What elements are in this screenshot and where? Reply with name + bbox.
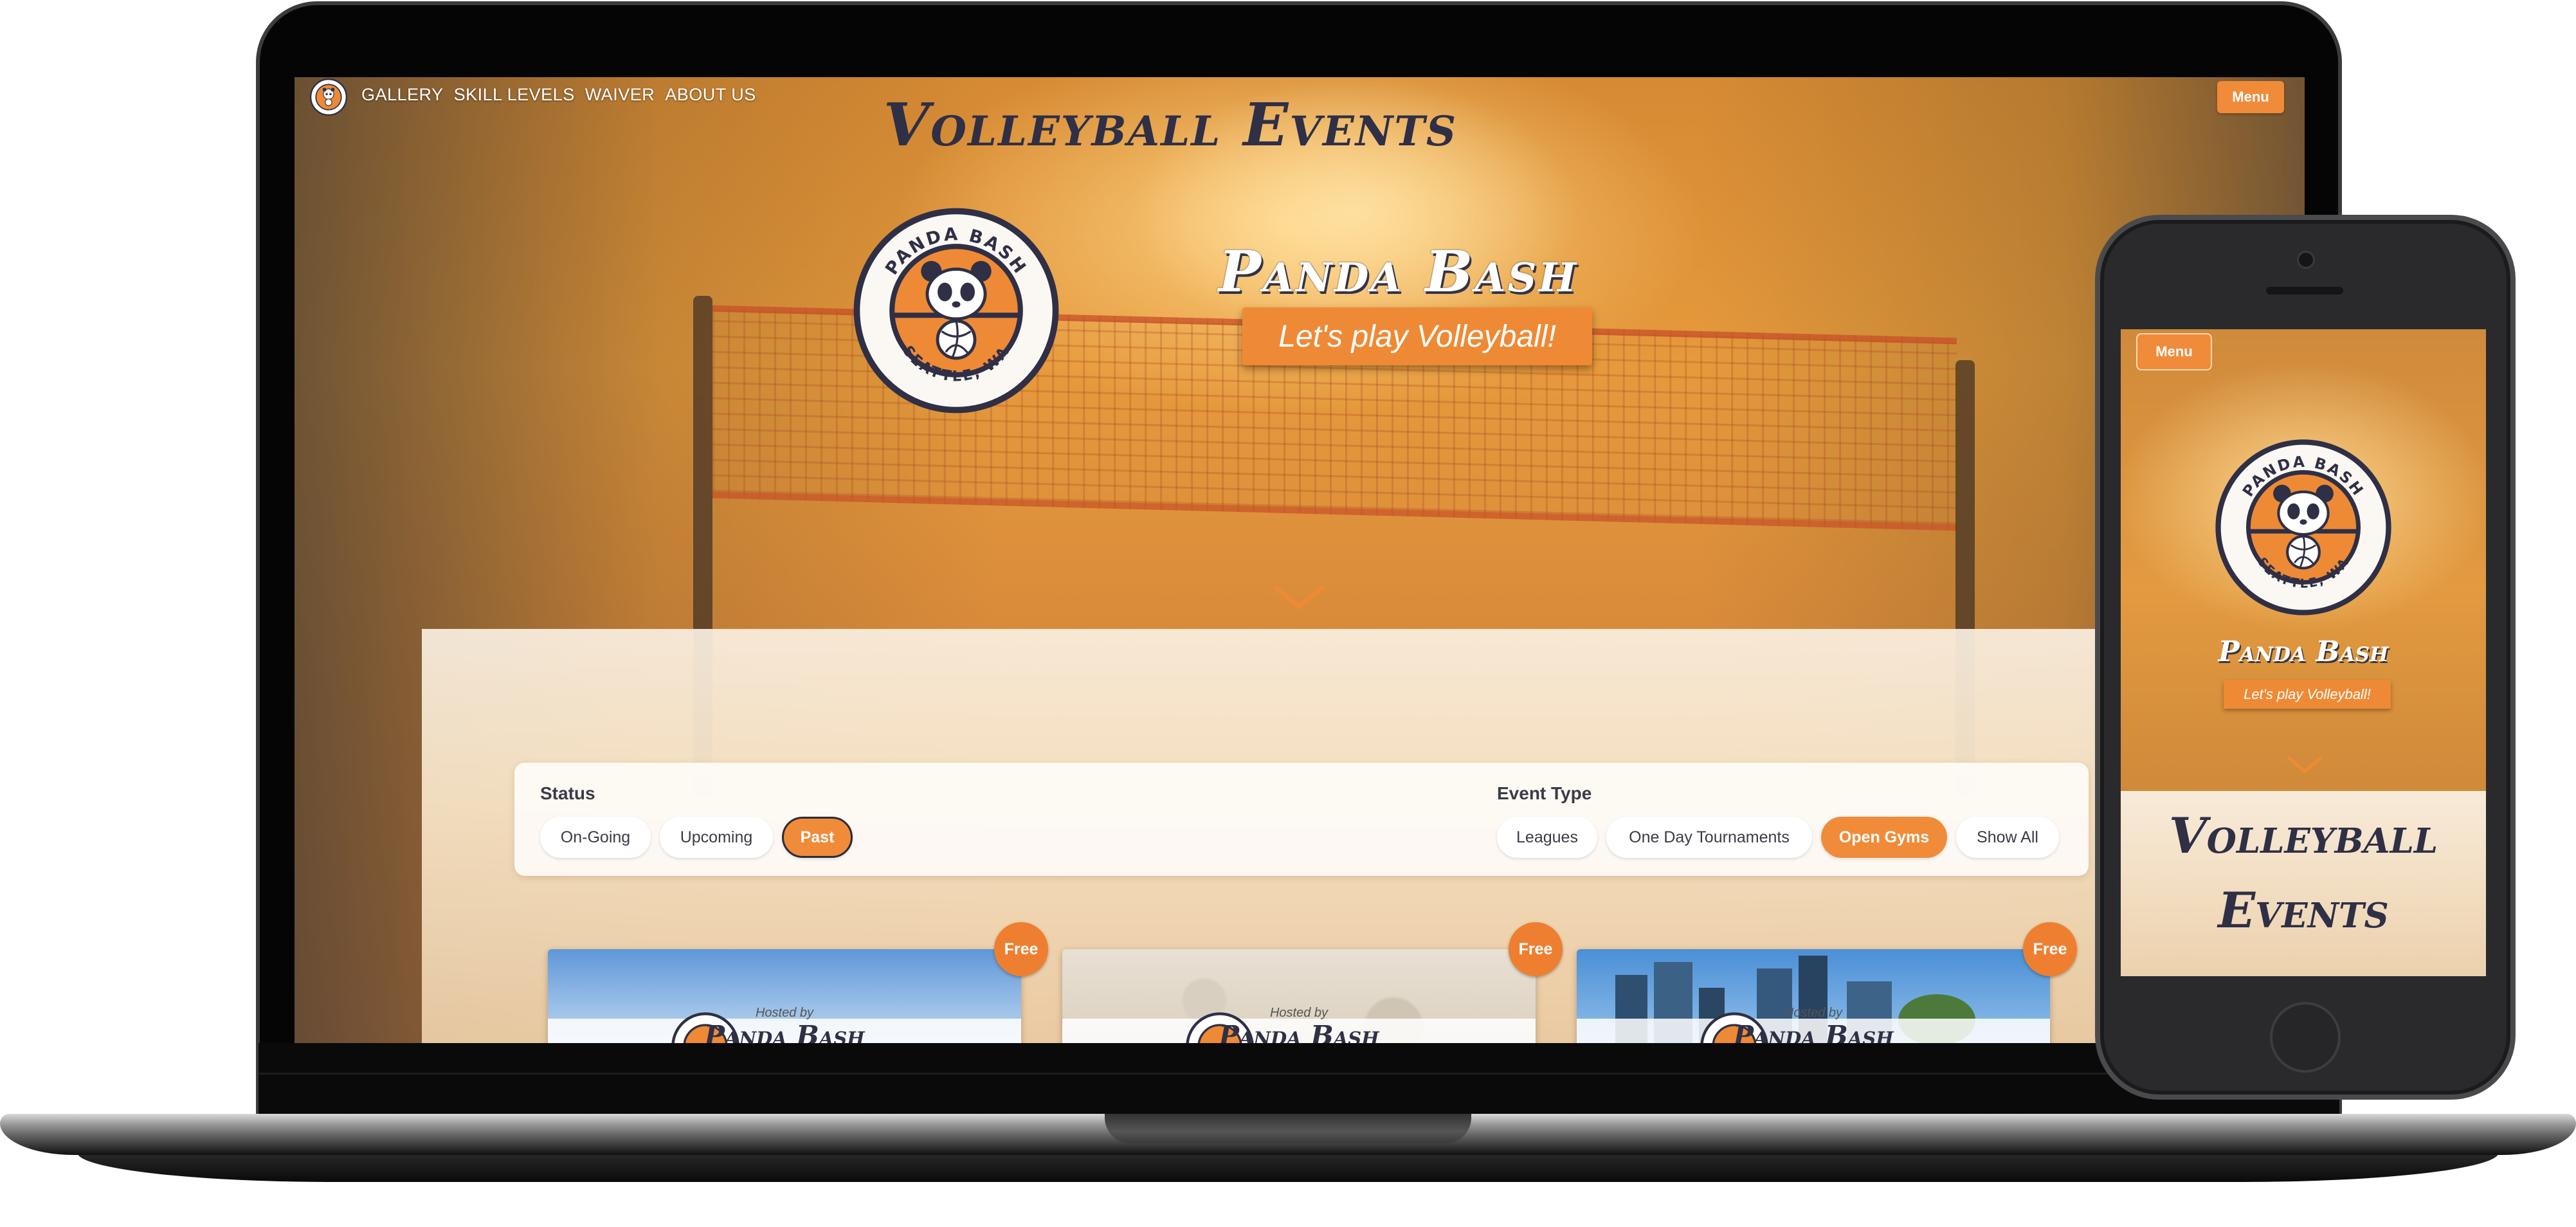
hero-title: Panda Bash: [1218, 238, 1578, 305]
mobile-menu-button[interactable]: Menu: [2136, 333, 2212, 370]
hero-subtitle: Let's play Volleyball!: [1242, 307, 1592, 365]
laptop-bezel-line: [259, 1073, 2339, 1075]
card-hosted-by: Hosted by: [1269, 1006, 1329, 1020]
scroll-down-chevron-icon[interactable]: [2285, 754, 2324, 776]
status-chip-past[interactable]: Past: [782, 817, 853, 858]
mobile-events-title-line1: Volleyball: [2168, 807, 2438, 864]
event-card[interactable]: Hosted by Panda Bash: [1577, 949, 2050, 1043]
status-filter-label: Status: [540, 783, 595, 803]
events-title: Volleyball Events: [883, 90, 1458, 159]
status-chip-ongoing[interactable]: On-Going: [540, 817, 651, 858]
event-filter-card: Status On-Going Upcoming Past Event Type…: [514, 763, 2089, 876]
event-card[interactable]: Hosted by Panda Bash: [548, 949, 1021, 1043]
price-badge: Free: [2023, 922, 2077, 976]
card-brand: Panda Bash: [1219, 1020, 1379, 1043]
phone-home-button: [2270, 1002, 2341, 1073]
card-hosted-by: Hosted by: [755, 1006, 814, 1020]
phone-camera-icon: [2297, 251, 2315, 269]
card-brand: Panda Bash: [1733, 1020, 1894, 1043]
menu-button[interactable]: Menu: [2217, 81, 2284, 113]
nav-link-gallery[interactable]: GALLERY: [361, 85, 444, 105]
event-type-chip-show-all[interactable]: Show All: [1956, 817, 2059, 858]
laptop-hinge-notch: [1105, 1114, 1471, 1143]
laptop-screen: GALLERY SKILL LEVELS WAIVER ABOUT US Men…: [295, 77, 2305, 1043]
mobile-hero-title: Panda Bash: [2218, 635, 2389, 668]
phone-screen: Menu PANDA BASH SEATTLE, WA Panda Bash L…: [2121, 329, 2486, 976]
card-hosted-by: Hosted by: [1784, 1006, 1843, 1020]
panda-bash-seal-logo-icon: PANDA BASH SEATTLE, WA: [2215, 439, 2391, 615]
event-type-chip-open-gyms[interactable]: Open Gyms: [1821, 817, 1947, 858]
nav-link-about-us[interactable]: ABOUT US: [665, 85, 756, 105]
card-brand: Panda Bash: [704, 1020, 865, 1043]
mobile-events-title: Volleyball Events: [2121, 799, 2486, 948]
event-card[interactable]: Hosted by Panda Bash: [1062, 949, 1536, 1043]
nav-links: GALLERY SKILL LEVELS WAIVER ABOUT US: [361, 85, 756, 105]
price-badge: Free: [1509, 922, 1563, 976]
event-type-chip-leagues[interactable]: Leagues: [1497, 817, 1597, 858]
status-chip-upcoming[interactable]: Upcoming: [660, 817, 773, 858]
laptop-base-shadow: [77, 1152, 2499, 1182]
nav-link-waiver[interactable]: WAIVER: [585, 85, 655, 105]
phone-speaker: [2266, 287, 2343, 295]
mobile-events-title-line2: Events: [2218, 882, 2389, 939]
scroll-down-chevron-icon[interactable]: [1272, 583, 1326, 612]
mobile-events-section: Volleyball Events: [2121, 791, 2486, 976]
panda-bash-logo-icon[interactable]: [310, 78, 347, 116]
price-badge: Free: [994, 922, 1048, 976]
event-type-chip-one-day-tournaments[interactable]: One Day Tournaments: [1606, 817, 1812, 858]
laptop-bezel-bottom: [259, 1043, 2339, 1114]
nav-link-skill-levels[interactable]: SKILL LEVELS: [454, 85, 575, 105]
mobile-hero-subtitle: Let's play Volleyball!: [2224, 680, 2391, 709]
event-type-filter-label: Event Type: [1497, 783, 1592, 803]
